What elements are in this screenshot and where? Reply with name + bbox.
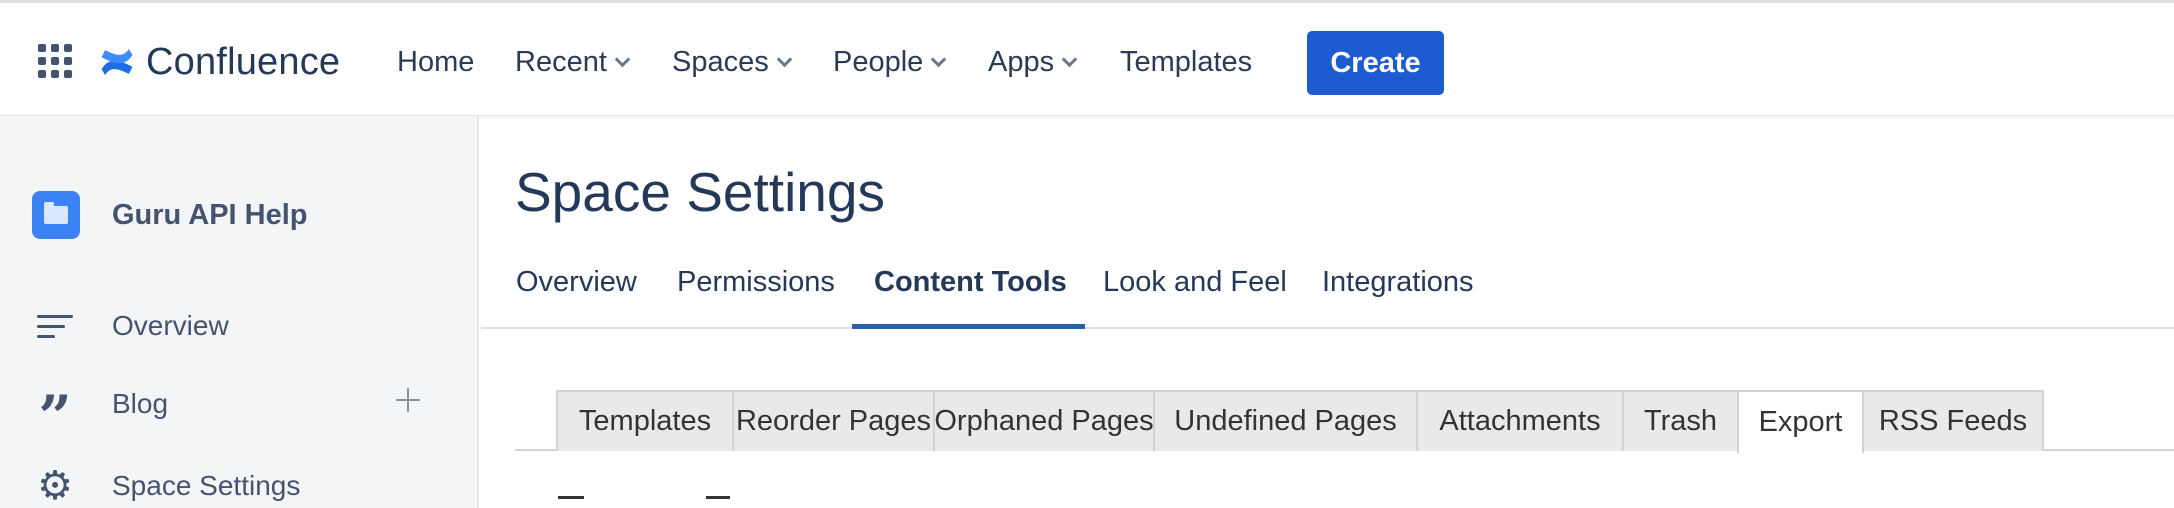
add-blog-post-icon[interactable] xyxy=(393,385,423,415)
subtab-undefined-pages[interactable]: Undefined Pages xyxy=(1153,390,1418,451)
app-switcher-icon[interactable] xyxy=(38,44,72,78)
overview-icon xyxy=(34,305,76,347)
tab-integrations[interactable]: Integrations xyxy=(1322,250,1474,329)
sidebar-item-blog[interactable]: ” Blog xyxy=(34,382,169,451)
nav-home[interactable]: Home xyxy=(397,41,474,83)
chevron-down-icon xyxy=(614,51,631,67)
sidebar-item-label: Blog xyxy=(112,388,169,419)
folder-icon xyxy=(44,202,68,224)
sidebar-item-space-settings[interactable]: ⚙ Space Settings xyxy=(34,464,300,508)
subtab-rss-feeds[interactable]: RSS Feeds xyxy=(1862,390,2044,451)
section-heading-fragment xyxy=(706,496,730,499)
nav-recent-label: Recent xyxy=(515,45,607,78)
nav-apps-label: Apps xyxy=(988,45,1055,78)
subtab-reorder-pages[interactable]: Reorder Pages xyxy=(732,390,935,451)
chevron-down-icon xyxy=(931,51,947,67)
create-button[interactable]: Create xyxy=(1307,31,1444,95)
confluence-logo[interactable]: Confluence xyxy=(98,38,340,86)
sidebar-item-label: Overview xyxy=(112,310,229,341)
nav-people-label: People xyxy=(833,45,924,78)
chevron-down-icon xyxy=(1061,51,1078,67)
section-heading-fragment xyxy=(558,496,584,499)
space-sidebar: Guru API Help Overview ” Blog ⚙ Space Se… xyxy=(0,116,479,508)
nav-people[interactable]: People xyxy=(833,41,947,83)
space-name: Guru API Help xyxy=(112,198,308,231)
subtab-templates[interactable]: Templates xyxy=(556,390,734,451)
space-header[interactable]: Guru API Help xyxy=(32,191,308,239)
tab-content-tools[interactable]: Content Tools xyxy=(852,250,1085,329)
settings-tabs: Overview Permissions Content Tools Look … xyxy=(481,250,2174,329)
space-avatar xyxy=(32,191,80,239)
nav-recent[interactable]: Recent xyxy=(515,41,631,83)
nav-spaces[interactable]: Spaces xyxy=(672,41,793,83)
content-tools-subtabs: Templates Reorder Pages Orphaned Pages U… xyxy=(515,390,2174,453)
nav-home-label: Home xyxy=(397,45,475,78)
subtab-export[interactable]: Export xyxy=(1737,390,1864,453)
top-navigation-bar: Confluence Home Recent Spaces People App… xyxy=(0,0,2174,116)
tab-permissions[interactable]: Permissions xyxy=(677,250,835,329)
quote-icon: ” xyxy=(38,383,72,451)
sidebar-item-label: Space Settings xyxy=(112,470,301,501)
subtab-attachments[interactable]: Attachments xyxy=(1416,390,1624,451)
tab-look-and-feel[interactable]: Look and Feel xyxy=(1103,250,1287,329)
confluence-logo-icon xyxy=(101,48,133,76)
nav-templates-label: Templates xyxy=(1120,45,1253,78)
nav-templates[interactable]: Templates xyxy=(1120,41,1252,83)
chevron-down-icon xyxy=(776,51,793,67)
tab-overview[interactable]: Overview xyxy=(516,250,637,329)
subtab-trash[interactable]: Trash xyxy=(1622,390,1739,451)
nav-spaces-label: Spaces xyxy=(672,45,769,78)
page-title: Space Settings xyxy=(515,161,885,223)
gear-icon: ⚙ xyxy=(37,464,73,508)
brand-name: Confluence xyxy=(146,40,341,83)
sidebar-item-overview[interactable]: Overview xyxy=(34,304,229,348)
subtab-orphaned-pages[interactable]: Orphaned Pages xyxy=(933,390,1155,451)
nav-apps[interactable]: Apps xyxy=(988,41,1078,83)
